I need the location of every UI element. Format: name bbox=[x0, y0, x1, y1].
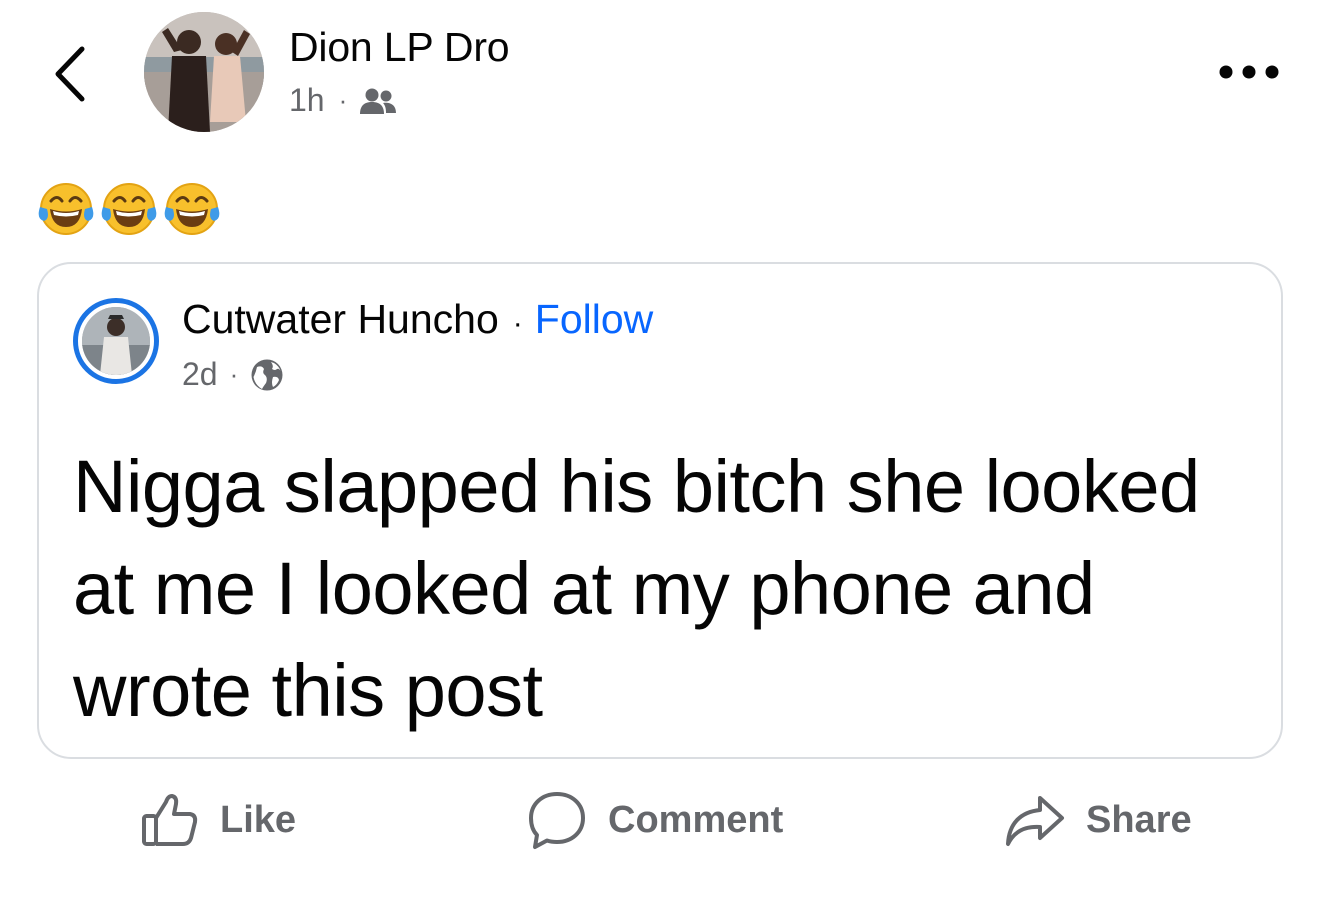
face-with-tears-of-joy-icon bbox=[38, 183, 94, 235]
globe-icon bbox=[251, 359, 283, 390]
shared-meta: 2d · bbox=[182, 356, 284, 393]
comment-label: Comment bbox=[608, 798, 784, 841]
follow-link[interactable]: Follow bbox=[535, 296, 653, 343]
like-label: Like bbox=[220, 798, 297, 841]
shared-time[interactable]: 2d bbox=[182, 356, 218, 393]
shared-author-name[interactable]: Cutwater Huncho bbox=[182, 296, 499, 343]
post-view: Dion LP Dro 1h · Cutwater Huncho · Follo… bbox=[0, 0, 1320, 901]
shared-post-card[interactable]: Cutwater Huncho · Follow 2d · Nigga slap… bbox=[37, 262, 1283, 759]
shared-post-text: Nigga slapped his bitch she looked at me… bbox=[73, 445, 1200, 732]
comment-bubble-icon bbox=[529, 792, 585, 849]
chevron-left-icon bbox=[55, 46, 85, 102]
face-with-tears-of-joy-icon bbox=[101, 183, 157, 235]
like-button[interactable]: Like bbox=[140, 788, 296, 852]
more-options-button[interactable] bbox=[1214, 55, 1284, 89]
author-avatar[interactable] bbox=[144, 12, 264, 132]
meta-separator: · bbox=[338, 85, 348, 115]
shared-header: Cutwater Huncho · Follow bbox=[182, 296, 653, 343]
back-button[interactable] bbox=[44, 42, 96, 106]
share-button[interactable]: Share bbox=[1004, 788, 1192, 852]
share-arrow-icon bbox=[1006, 796, 1064, 846]
share-label: Share bbox=[1086, 798, 1192, 841]
post-meta: 1h · bbox=[289, 82, 397, 119]
thumbs-up-icon bbox=[142, 794, 198, 846]
comment-button[interactable]: Comment bbox=[526, 788, 783, 852]
shared-author-avatar[interactable] bbox=[73, 298, 159, 384]
face-with-tears-of-joy-icon bbox=[164, 183, 220, 235]
author-name[interactable]: Dion LP Dro bbox=[289, 24, 510, 71]
post-text-emojis bbox=[38, 181, 220, 237]
more-horizontal-icon bbox=[1219, 65, 1279, 79]
shared-meta-separator: · bbox=[229, 359, 239, 389]
post-time[interactable]: 1h bbox=[289, 82, 325, 119]
shared-name-separator: · bbox=[512, 307, 523, 340]
friends-icon bbox=[360, 88, 397, 114]
